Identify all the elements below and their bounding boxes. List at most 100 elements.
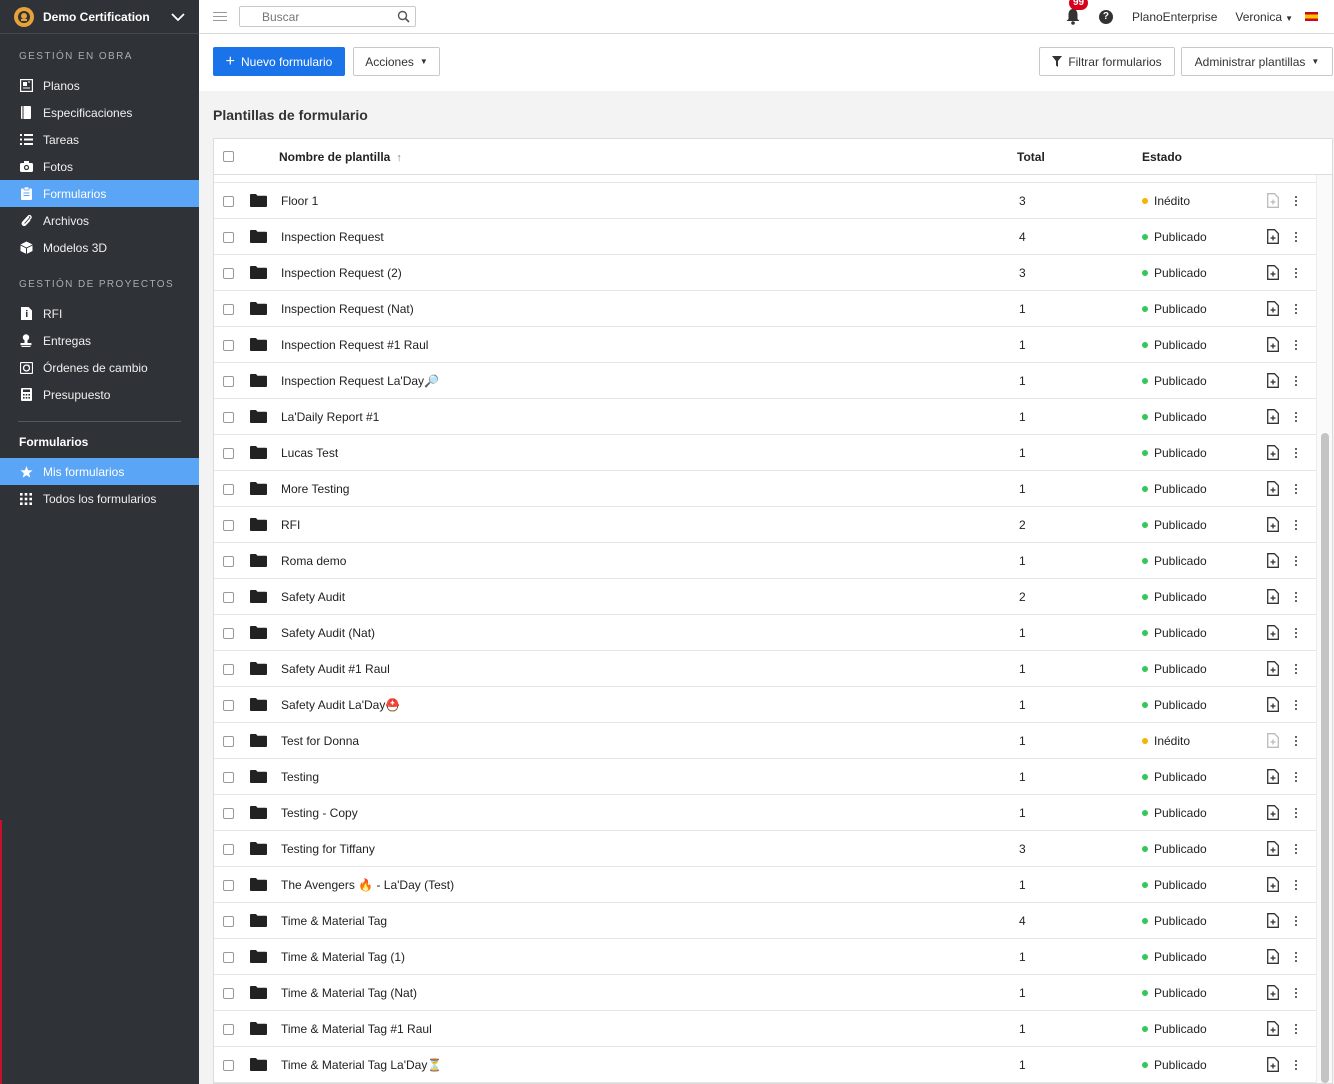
table-row[interactable]: Testing - Copy 1 Publicado (214, 795, 1318, 831)
table-row[interactable]: Floor 1 3 Inédito (214, 183, 1318, 219)
template-name[interactable]: La'Daily Report #1 (281, 410, 379, 424)
more-options-icon[interactable] (1292, 805, 1300, 820)
table-row[interactable]: Time & Material Tag 4 Publicado (214, 903, 1318, 939)
sidebar-item-fotos[interactable]: Fotos (0, 153, 199, 180)
more-options-icon[interactable] (1292, 661, 1300, 676)
more-options-icon[interactable] (1292, 229, 1300, 244)
new-form-from-template-icon[interactable] (1267, 949, 1279, 964)
row-checkbox[interactable] (223, 844, 234, 855)
more-options-icon[interactable] (1292, 913, 1300, 928)
new-form-from-template-icon[interactable] (1267, 697, 1279, 712)
more-options-icon[interactable] (1292, 445, 1300, 460)
new-form-from-template-icon[interactable] (1267, 445, 1279, 460)
new-form-from-template-icon[interactable] (1267, 193, 1279, 208)
search-input[interactable] (262, 9, 387, 24)
row-checkbox[interactable] (223, 304, 234, 315)
table-row[interactable]: Time & Material Tag La'Day⏳ 1 Publicado (214, 1047, 1318, 1083)
table-row[interactable]: Time & Material Tag #1 Raul 1 Publicado (214, 1011, 1318, 1047)
table-row[interactable]: Daily Report Test for Derek1Publicado (214, 175, 1318, 183)
more-options-icon[interactable] (1292, 1021, 1300, 1036)
template-name[interactable]: RFI (281, 518, 300, 532)
template-name[interactable]: Inspection Request #1 Raul (281, 338, 428, 352)
row-checkbox[interactable] (223, 232, 234, 243)
template-name[interactable]: Safety Audit La'Day⛑️ (281, 698, 400, 712)
column-header-name[interactable]: Nombre de plantilla ↑ (279, 150, 402, 164)
sidebar-item-mis-formularios[interactable]: Mis formularios (0, 458, 199, 485)
project-switcher[interactable]: Demo Certification (0, 0, 199, 34)
table-scrollbar[interactable] (1316, 175, 1332, 1083)
more-options-icon[interactable] (1292, 733, 1300, 748)
new-form-from-template-icon[interactable] (1267, 841, 1279, 856)
manage-templates-button[interactable]: Administrar plantillas ▼ (1181, 47, 1333, 76)
template-name[interactable]: More Testing (281, 482, 349, 496)
new-form-from-template-icon[interactable] (1267, 985, 1279, 1000)
table-row[interactable]: Roma demo 1 Publicado (214, 543, 1318, 579)
column-header-total[interactable]: Total (1017, 150, 1045, 164)
sidebar-item-entregas[interactable]: Entregas (0, 327, 199, 354)
new-form-from-template-icon[interactable] (1267, 661, 1279, 676)
template-name[interactable]: Inspection Request (2) (281, 266, 402, 280)
new-form-from-template-icon[interactable] (1267, 553, 1279, 568)
row-checkbox[interactable] (223, 988, 234, 999)
new-form-from-template-icon[interactable] (1267, 229, 1279, 244)
scrollbar-thumb[interactable] (1321, 433, 1329, 1083)
table-row[interactable]: Testing 1 Publicado (214, 759, 1318, 795)
row-checkbox[interactable] (223, 448, 234, 459)
more-options-icon[interactable] (1292, 337, 1300, 352)
more-options-icon[interactable] (1292, 553, 1300, 568)
more-options-icon[interactable] (1292, 409, 1300, 424)
more-options-icon[interactable] (1292, 301, 1300, 316)
template-name[interactable]: Lucas Test (281, 446, 338, 460)
template-name[interactable]: Safety Audit (Nat) (281, 626, 375, 640)
row-checkbox[interactable] (223, 736, 234, 747)
sidebar-item-tareas[interactable]: Tareas (0, 126, 199, 153)
row-checkbox[interactable] (223, 772, 234, 783)
more-options-icon[interactable] (1292, 1057, 1300, 1072)
table-row[interactable]: The Avengers 🔥 - La'Day (Test) 1 Publicado (214, 867, 1318, 903)
sidebar-item-formularios[interactable]: Formularios (0, 180, 199, 207)
row-checkbox[interactable] (223, 592, 234, 603)
search-icon[interactable] (397, 10, 410, 26)
more-options-icon[interactable] (1292, 625, 1300, 640)
table-row[interactable]: Time & Material Tag (Nat) 1 Publicado (214, 975, 1318, 1011)
template-name[interactable]: Testing - Copy (281, 806, 358, 820)
search-box[interactable] (239, 6, 416, 27)
more-options-icon[interactable] (1292, 481, 1300, 496)
table-row[interactable]: La'Daily Report #1 1 Publicado (214, 399, 1318, 435)
actions-dropdown-button[interactable]: Acciones ▼ (353, 47, 440, 76)
table-row[interactable]: RFI 2 Publicado (214, 507, 1318, 543)
table-row[interactable]: Safety Audit (Nat) 1 Publicado (214, 615, 1318, 651)
table-row[interactable]: Inspection Request (2) 3 Publicado (214, 255, 1318, 291)
template-name[interactable]: Safety Audit (281, 590, 345, 604)
more-options-icon[interactable] (1292, 193, 1300, 208)
template-name[interactable]: Inspection Request La'Day🔎 (281, 374, 439, 388)
sidebar-item-todos-los-formularios[interactable]: Todos los formularios (0, 485, 199, 512)
table-row[interactable]: Safety Audit #1 Raul 1 Publicado (214, 651, 1318, 687)
row-checkbox[interactable] (223, 880, 234, 891)
table-row[interactable]: Inspection Request 4 Publicado (214, 219, 1318, 255)
table-row[interactable]: Safety Audit La'Day⛑️ 1 Publicado (214, 687, 1318, 723)
template-name[interactable]: The Avengers 🔥 - La'Day (Test) (281, 878, 454, 892)
sidebar-item-presupuesto[interactable]: Presupuesto (0, 381, 199, 408)
more-options-icon[interactable] (1292, 517, 1300, 532)
new-form-from-template-icon[interactable] (1267, 877, 1279, 892)
sidebar-item-ordenes-de-cambio[interactable]: Órdenes de cambio (0, 354, 199, 381)
new-form-from-template-icon[interactable] (1267, 337, 1279, 352)
new-form-from-template-icon[interactable] (1267, 805, 1279, 820)
chevron-down-icon[interactable] (171, 9, 185, 25)
table-row[interactable]: Inspection Request (Nat) 1 Publicado (214, 291, 1318, 327)
new-form-from-template-icon[interactable] (1267, 481, 1279, 496)
spain-flag-icon[interactable] (1305, 12, 1318, 21)
sort-ascending-icon[interactable]: ↑ (396, 152, 402, 164)
sidebar-item-rfi[interactable]: RFI (0, 300, 199, 327)
new-form-from-template-icon[interactable] (1267, 373, 1279, 388)
new-form-from-template-icon[interactable] (1267, 517, 1279, 532)
row-checkbox[interactable] (223, 556, 234, 567)
table-row[interactable]: Testing for Tiffany 3 Publicado (214, 831, 1318, 867)
row-checkbox[interactable] (223, 628, 234, 639)
row-checkbox[interactable] (223, 916, 234, 927)
more-options-icon[interactable] (1292, 985, 1300, 1000)
new-form-from-template-icon[interactable] (1267, 265, 1279, 280)
new-form-from-template-icon[interactable] (1267, 625, 1279, 640)
new-form-button[interactable]: + Nuevo formulario (213, 47, 345, 76)
